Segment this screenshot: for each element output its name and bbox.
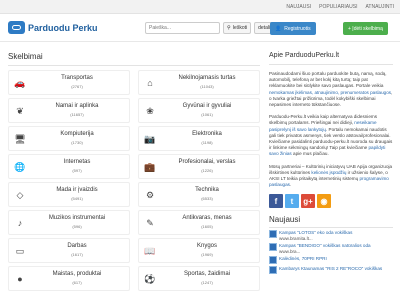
category-count: (1617) — [71, 252, 83, 257]
category-label: Gyvūnai ir gyvuliai — [182, 103, 232, 109]
about-paragraph-3: Mūsų partneriai – Kultūrinių iniciatyvų … — [269, 163, 393, 188]
news-item-subtitle: www.bra... — [279, 248, 301, 254]
header: Parduodu Perku ⚲ Ieškoti detali paieška … — [0, 14, 400, 42]
category-count: (617) — [72, 280, 82, 285]
news-thumbnail — [269, 243, 277, 252]
category-count: (1198) — [201, 140, 213, 145]
category-label: Technika — [195, 187, 219, 193]
category-count: (6533) — [201, 196, 213, 201]
category-label: Darbas — [67, 243, 87, 249]
category-card[interactable]: ♪ Muzikos instrumentai (596) — [8, 210, 130, 235]
logo-text: Parduodu Perku — [28, 22, 98, 33]
category-card[interactable]: ✎ Antikvaras, menas (1605) — [138, 210, 260, 235]
news-item[interactable]: Kalėdinės, 70PRI RPRI — [269, 256, 393, 265]
category-label: Profesionalai, verslas — [178, 159, 236, 165]
topnav-newest[interactable]: NAUJAUSI — [286, 4, 311, 10]
category-label: Kompiuterija — [60, 131, 94, 137]
category-count: (1969) — [201, 252, 213, 257]
category-label: Antikvaras, menas — [182, 215, 232, 221]
news-list: Kampas "LOTOS" eko oda vokiškas www.brami… — [269, 230, 393, 275]
facebook-icon[interactable]: f — [269, 194, 283, 209]
news-item-subtitle: www.bramita.lt... — [279, 235, 313, 241]
topnav-popular[interactable]: POPULIARIAUSI — [319, 4, 357, 10]
top-nav: NAUJAUSI POPULIARIAUSI ATNAUJINTI — [0, 0, 400, 14]
category-card[interactable]: ● Maistas, produktai (617) — [8, 266, 130, 291]
about-sidebar: Apie ParduoduPerku.lt Pasinaudodami šiuo… — [269, 52, 393, 275]
search-icon: ⚲ — [227, 25, 231, 31]
category-card[interactable]: 💼 Profesionalai, verslas (1226) — [138, 154, 260, 179]
register-label: Registruotis — [284, 25, 311, 32]
category-label: Mada ir įvaizdis — [56, 187, 98, 193]
category-card[interactable]: 🚗 Transportas (2767) — [8, 70, 130, 95]
category-card[interactable]: 📖 Knygos (1969) — [138, 238, 260, 263]
news-thumbnail — [269, 266, 277, 275]
category-grid: 🚗 Transportas (2767) ⌂ Nekilnojamasis turtas… — [8, 70, 260, 294]
social-links: f t g+ ◉ — [269, 194, 393, 209]
category-card[interactable]: ❀ Gyvūnai ir gyvuliai (1061) — [138, 98, 260, 123]
category-count: (597) — [72, 168, 82, 173]
category-card[interactable]: ◇ Mada ir įvaizdis (5491) — [8, 182, 130, 207]
twitter-icon[interactable]: t — [285, 194, 299, 209]
category-label: Transportas — [61, 75, 93, 81]
user-icon: 👤 — [275, 25, 282, 32]
add-listing-button[interactable]: + Įdėti skelbimą — [343, 22, 388, 35]
category-count: (596) — [72, 224, 82, 229]
category-label: Internetas — [63, 159, 91, 165]
category-card[interactable]: ⌂ Nekilnojamasis turtas (11043) — [138, 70, 260, 95]
category-count: (1730) — [71, 140, 83, 145]
category-card[interactable]: ❦ Namai ir aplinka (11657) — [8, 98, 130, 123]
news-item-title[interactable]: Kalėdinės, 70PRI RPRI — [279, 256, 327, 262]
category-label: Nekilnojamasis turtas — [178, 75, 236, 81]
about-link-services[interactable]: nemokamas įkėlimas, atnaujinimo, prenume… — [269, 90, 391, 95]
category-count: (2767) — [71, 84, 83, 89]
news-item[interactable]: Kambarys Ktaunamas "RIS 2 RE"ROCO" vokiš… — [269, 266, 393, 275]
category-label: Muzikos instrumentai — [48, 215, 106, 221]
category-card[interactable]: 📷 Elektronika (1198) — [138, 126, 260, 151]
logo-icon — [8, 21, 25, 34]
category-label: Namai ir aplinka — [55, 103, 99, 109]
category-count: (11657) — [70, 112, 84, 117]
logo[interactable]: Parduodu Perku — [8, 21, 98, 34]
about-link-trips[interactable]: kelionės įspūdžių — [311, 170, 346, 175]
search-input[interactable] — [145, 22, 220, 34]
news-item[interactable]: Kampas "BENDIGO" vokiškas natūralios oda… — [269, 243, 393, 254]
category-count: (1061) — [201, 112, 213, 117]
news-item-title[interactable]: Kambarys Ktaunamas "RIS 2 RE"ROCO" vokiš… — [279, 266, 382, 272]
about-title: Apie ParduoduPerku.lt — [269, 52, 393, 65]
category-label: Knygos — [196, 243, 217, 249]
category-count: (1226) — [201, 168, 213, 173]
category-count: (11043) — [200, 84, 214, 89]
news-thumbnail — [269, 230, 277, 239]
news-title: Naujausi — [269, 215, 393, 229]
googleplus-icon[interactable]: g+ — [301, 194, 315, 209]
category-card[interactable]: 🖥 Kompiuterija (1730) — [8, 126, 130, 151]
category-label: Maistas, produktai — [52, 271, 102, 277]
rss-icon[interactable]: ◉ — [317, 194, 331, 209]
search-button-label: Ieškoti — [232, 25, 248, 31]
category-label: Sportas, žaidimai — [183, 271, 231, 277]
category-count: (1247) — [201, 280, 213, 285]
about-paragraph-2: Parduodu-Perku.lt veikia kaip alternatyv… — [269, 114, 393, 157]
about-paragraph-1: Pasinaudodami šiuo portalu parduokite bu… — [269, 71, 393, 108]
category-card[interactable]: 🌐 Internetas (597) — [8, 154, 130, 179]
register-button[interactable]: 👤 Registruotis — [270, 22, 316, 35]
news-thumbnail — [269, 256, 277, 265]
topnav-updated[interactable]: ATNAUJINTI — [365, 4, 394, 10]
category-count: (5491) — [71, 196, 83, 201]
search-button[interactable]: ⚲ Ieškoti — [223, 22, 252, 34]
news-item[interactable]: Kampas "LOTOS" eko oda vokiškas www.brami… — [269, 230, 393, 241]
categories-title: Skelbimai — [8, 52, 260, 66]
category-label: Elektronika — [192, 131, 222, 137]
categories-section: Skelbimai 🚗 Transportas (2767) ⌂ Nekilnojama… — [8, 52, 260, 294]
category-count: (1605) — [201, 224, 213, 229]
category-card[interactable]: ⚙ Technika (6533) — [138, 182, 260, 207]
category-card[interactable]: ▭ Darbas (1617) — [8, 238, 130, 263]
category-card[interactable]: ⚽ Sportas, žaidimai (1247) — [138, 266, 260, 291]
